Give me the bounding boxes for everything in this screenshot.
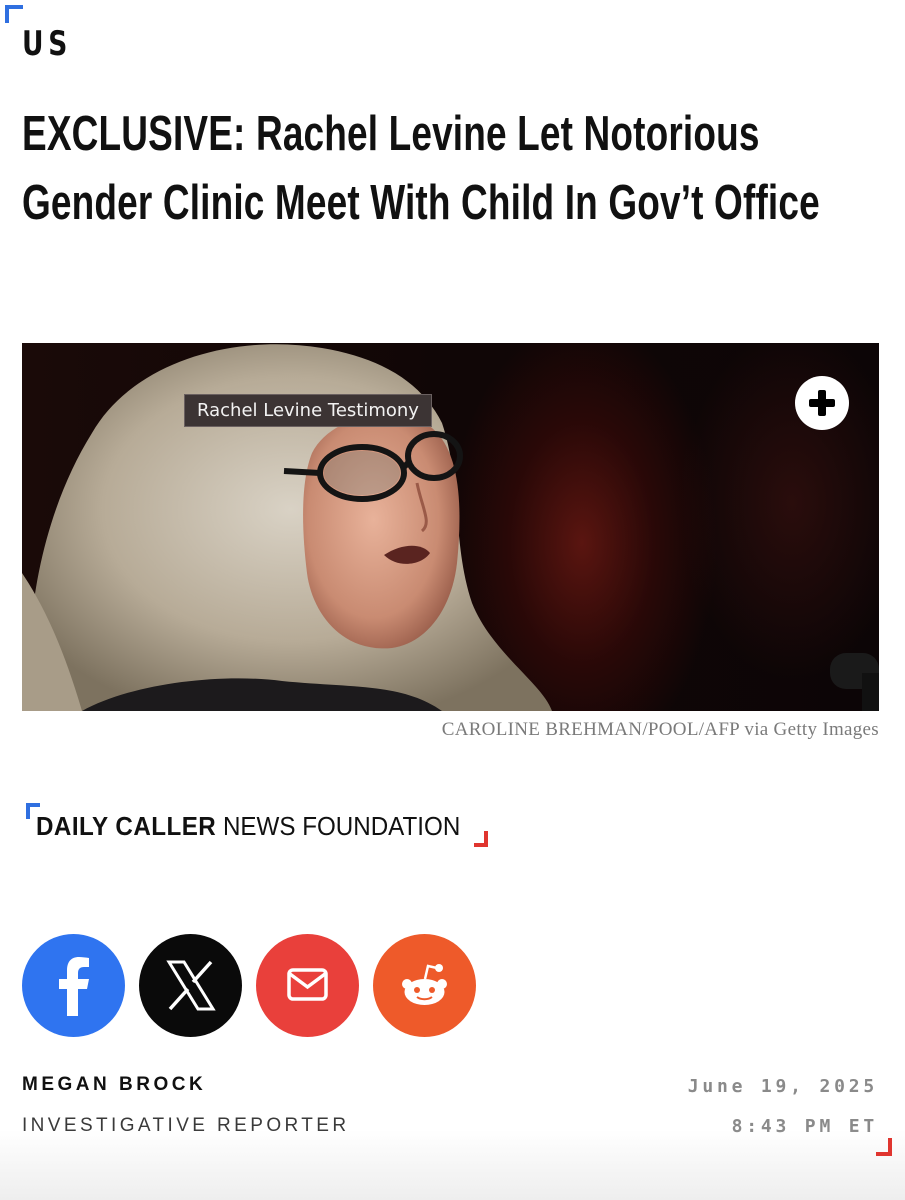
article-headline: EXCLUSIVE: Rachel Levine Let Notorious G… [22, 107, 820, 230]
corner-bracket-top-left [5, 5, 23, 23]
share-facebook-button[interactable] [22, 934, 125, 1037]
image-credit: CAROLINE BREHMAN/POOL/AFP via Getty Imag… [441, 719, 879, 740]
image-tooltip: Rachel Levine Testimony [184, 394, 432, 427]
plus-circle-icon[interactable] [795, 376, 849, 430]
bottom-fade [0, 1130, 905, 1200]
daily-caller-news-foundation-logo[interactable]: DAILY CALLER NEWS FOUNDATION [26, 803, 490, 847]
corner-bracket-bottom-right [876, 1138, 892, 1156]
hero-photo-illustration [22, 344, 879, 711]
author-name[interactable]: MEGAN BROCK [22, 1074, 206, 1096]
reddit-icon [402, 964, 447, 1005]
logo-text: DAILY CALLER NEWS FOUNDATION [36, 811, 460, 842]
logo-text-bold: DAILY CALLER [36, 811, 217, 841]
mail-icon [287, 968, 328, 1001]
logo-bracket-red [474, 831, 488, 847]
share-reddit-button[interactable] [373, 934, 476, 1037]
publish-date: June 19, 2025 [687, 1076, 878, 1097]
facebook-icon [59, 957, 89, 1016]
hero-image[interactable]: Rachel Levine Testimony [22, 343, 879, 711]
share-x-button[interactable] [139, 934, 242, 1037]
x-icon [166, 960, 216, 1011]
share-email-button[interactable] [256, 934, 359, 1037]
logo-text-light: NEWS FOUNDATION [216, 811, 461, 841]
section-label[interactable]: US [22, 24, 72, 64]
